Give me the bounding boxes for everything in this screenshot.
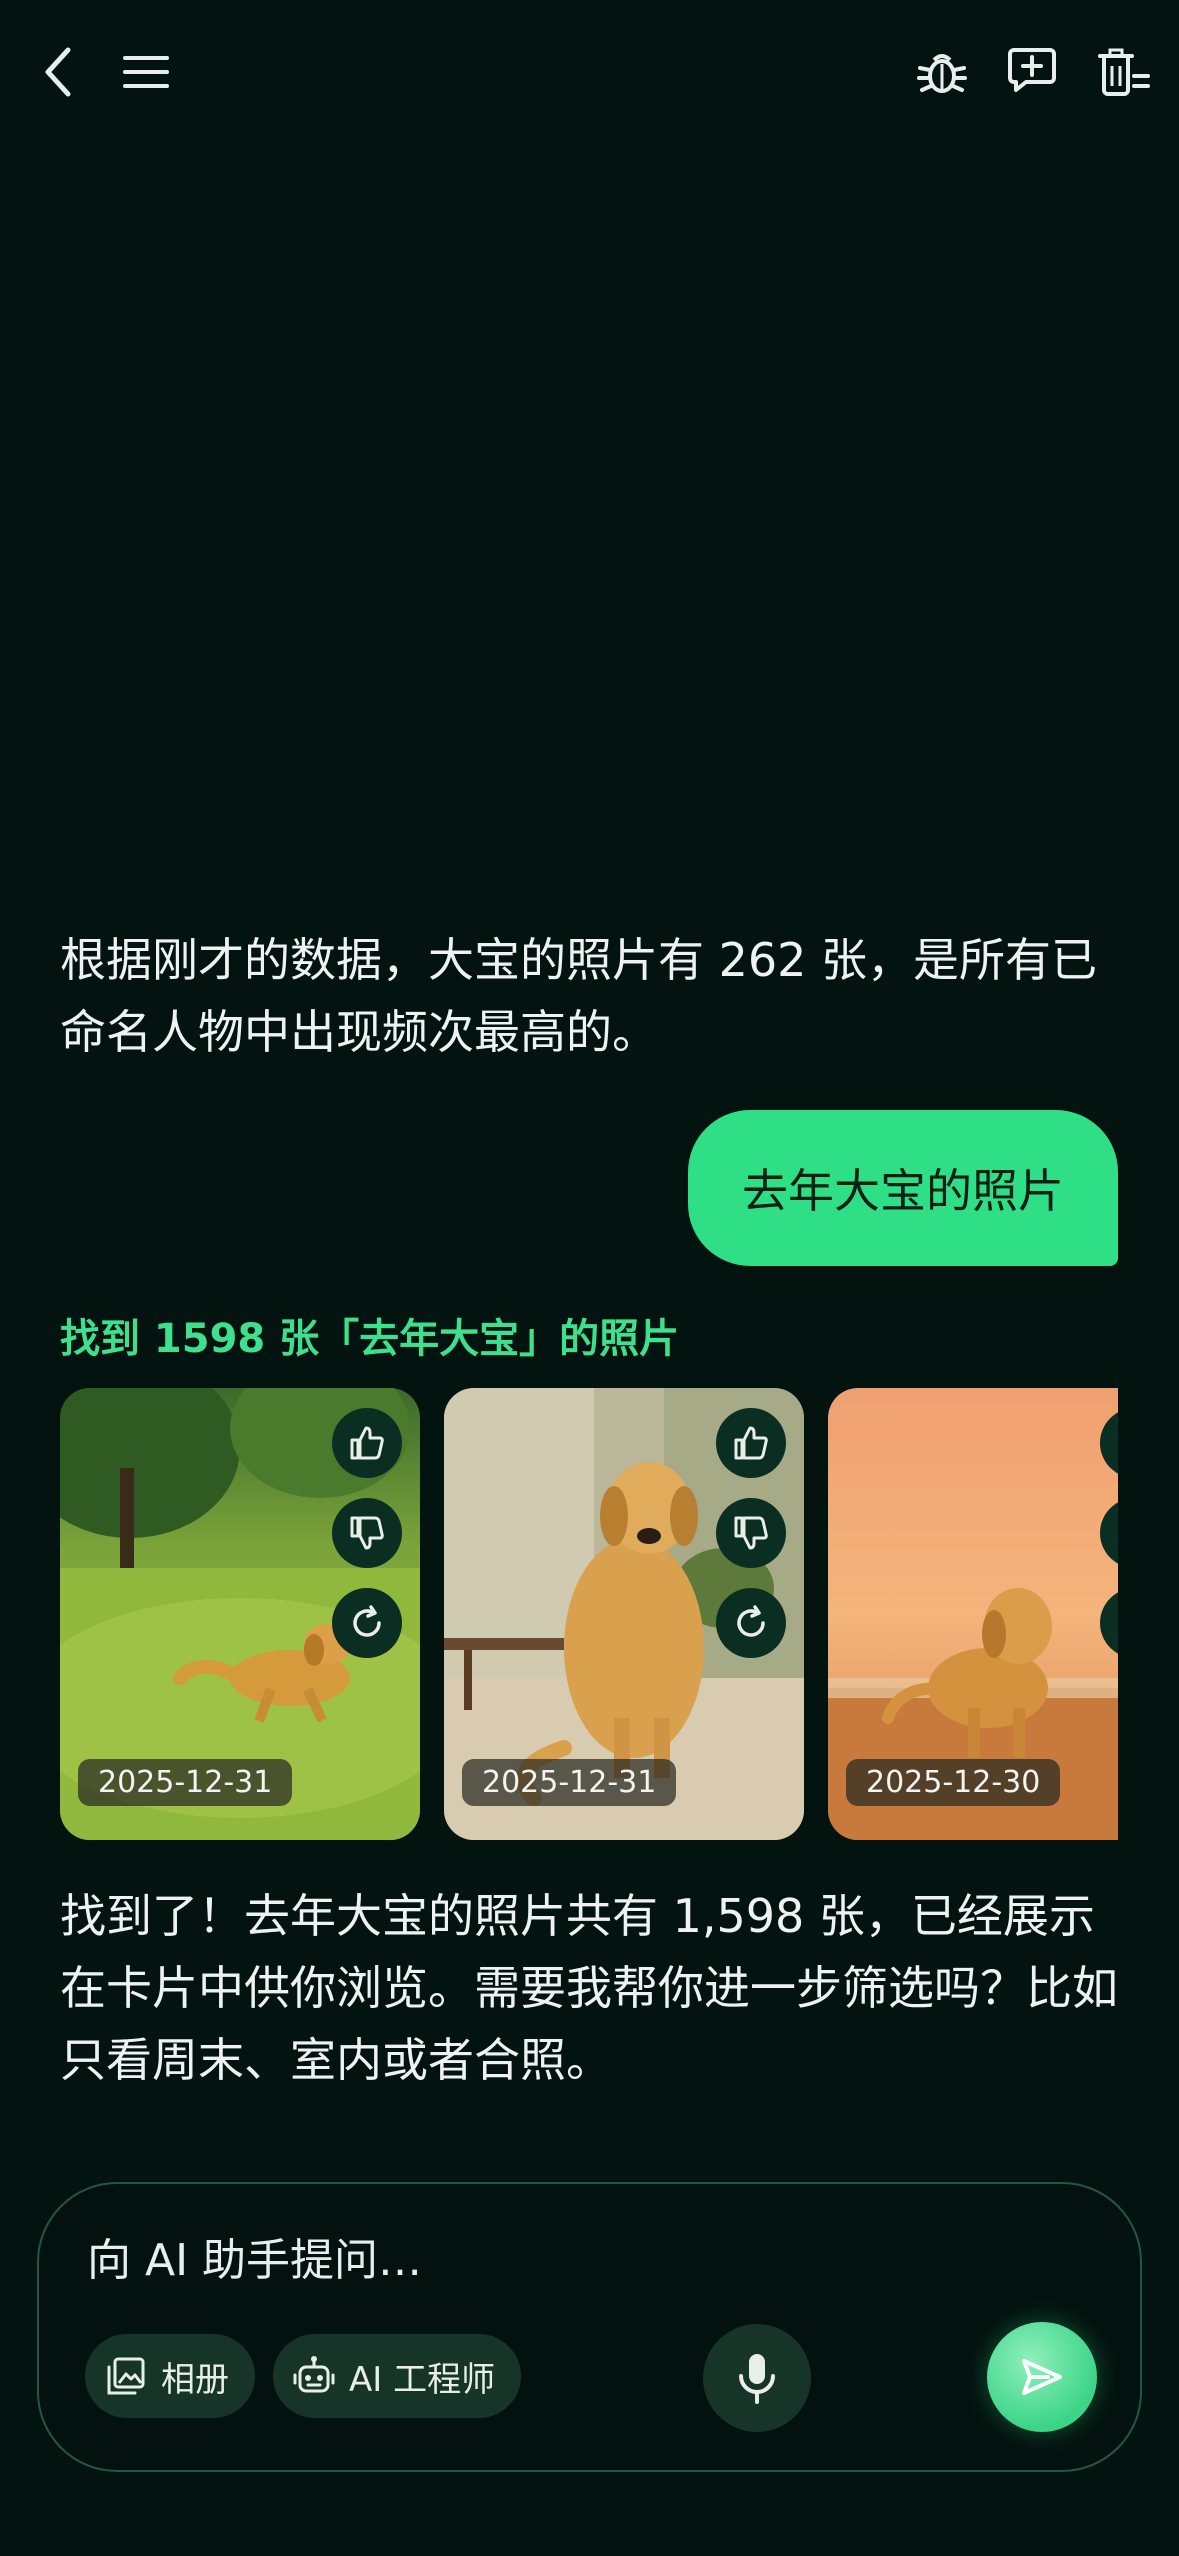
regenerate-button[interactable] [332,1588,402,1658]
thumbs-up-icon [734,1426,768,1460]
refresh-icon [1117,1605,1118,1641]
hamburger-menu-icon [123,56,169,88]
thumbs-down-icon [734,1516,768,1550]
top-bar [0,0,1179,150]
trash-list-icon [1098,48,1150,96]
like-button[interactable] [332,1408,402,1478]
thumbs-up-icon [1116,1424,1118,1462]
gallery-icon [107,2357,145,2395]
debug-button[interactable] [910,40,974,104]
like-button[interactable] [716,1408,786,1478]
chat-plus-icon [1008,48,1056,92]
album-chip[interactable]: 相册 [85,2334,255,2418]
photo-date: 2025-12-31 [78,1759,293,1806]
assistant-message: 找到了！去年大宝的照片共有 1,598 张，已经展示在卡片中供你浏览。需要我帮你… [60,1889,1118,2087]
photo-date: 2025-12-30 [846,1759,1061,1806]
new-chat-button[interactable] [1000,38,1064,102]
regenerate-button[interactable] [716,1588,786,1658]
photo-date: 2025-12-31 [462,1759,677,1806]
menu-button[interactable] [114,40,178,104]
thumbs-up-icon [350,1426,384,1460]
back-button[interactable] [30,36,86,108]
regenerate-button[interactable] [1100,1588,1118,1658]
photo-carousel[interactable]: 2025-12-31 2025-12-31 2025-12-30 [60,1388,1118,1840]
prompt-input[interactable]: 向 AI 助手提问… [87,2224,422,2288]
dislike-button[interactable] [1100,1498,1118,1568]
send-button[interactable] [987,2322,1097,2432]
user-message-bubble: 去年大宝的照片 [688,1110,1118,1266]
photo-card[interactable]: 2025-12-31 [444,1388,804,1840]
refresh-icon [737,1605,765,1637]
photo-card[interactable]: 2025-12-31 [60,1388,420,1840]
thumbs-down-icon [350,1516,384,1550]
dislike-button[interactable] [716,1498,786,1568]
voice-input-button[interactable] [703,2324,811,2432]
chevron-left-icon [45,47,71,97]
send-icon [1022,2359,1062,2395]
thumbs-down-icon [1116,1514,1118,1552]
ai-engineer-chip-label: AI 工程师 [349,2359,496,2400]
robot-icon [293,2356,335,2393]
assistant-message: 根据刚才的数据，大宝的照片有 262 张，是所有已命名人物中出现频次最高的。 [60,933,1098,1059]
ai-engineer-chip[interactable]: AI 工程师 [273,2334,522,2418]
dislike-button[interactable] [332,1498,402,1568]
photo-card[interactable]: 2025-12-30 [828,1388,1118,1840]
microphone-icon [739,2354,775,2404]
clear-chat-button[interactable] [1092,40,1156,104]
album-chip-label: 相册 [161,2359,229,2400]
message-composer: 向 AI 助手提问… 相册 AI 工程师 [37,2182,1142,2472]
like-button[interactable] [1100,1408,1118,1478]
bug-icon [917,54,967,93]
refresh-icon [353,1605,381,1637]
photo-result-title: 找到 1598 张「去年大宝」的照片 [60,1316,680,1362]
